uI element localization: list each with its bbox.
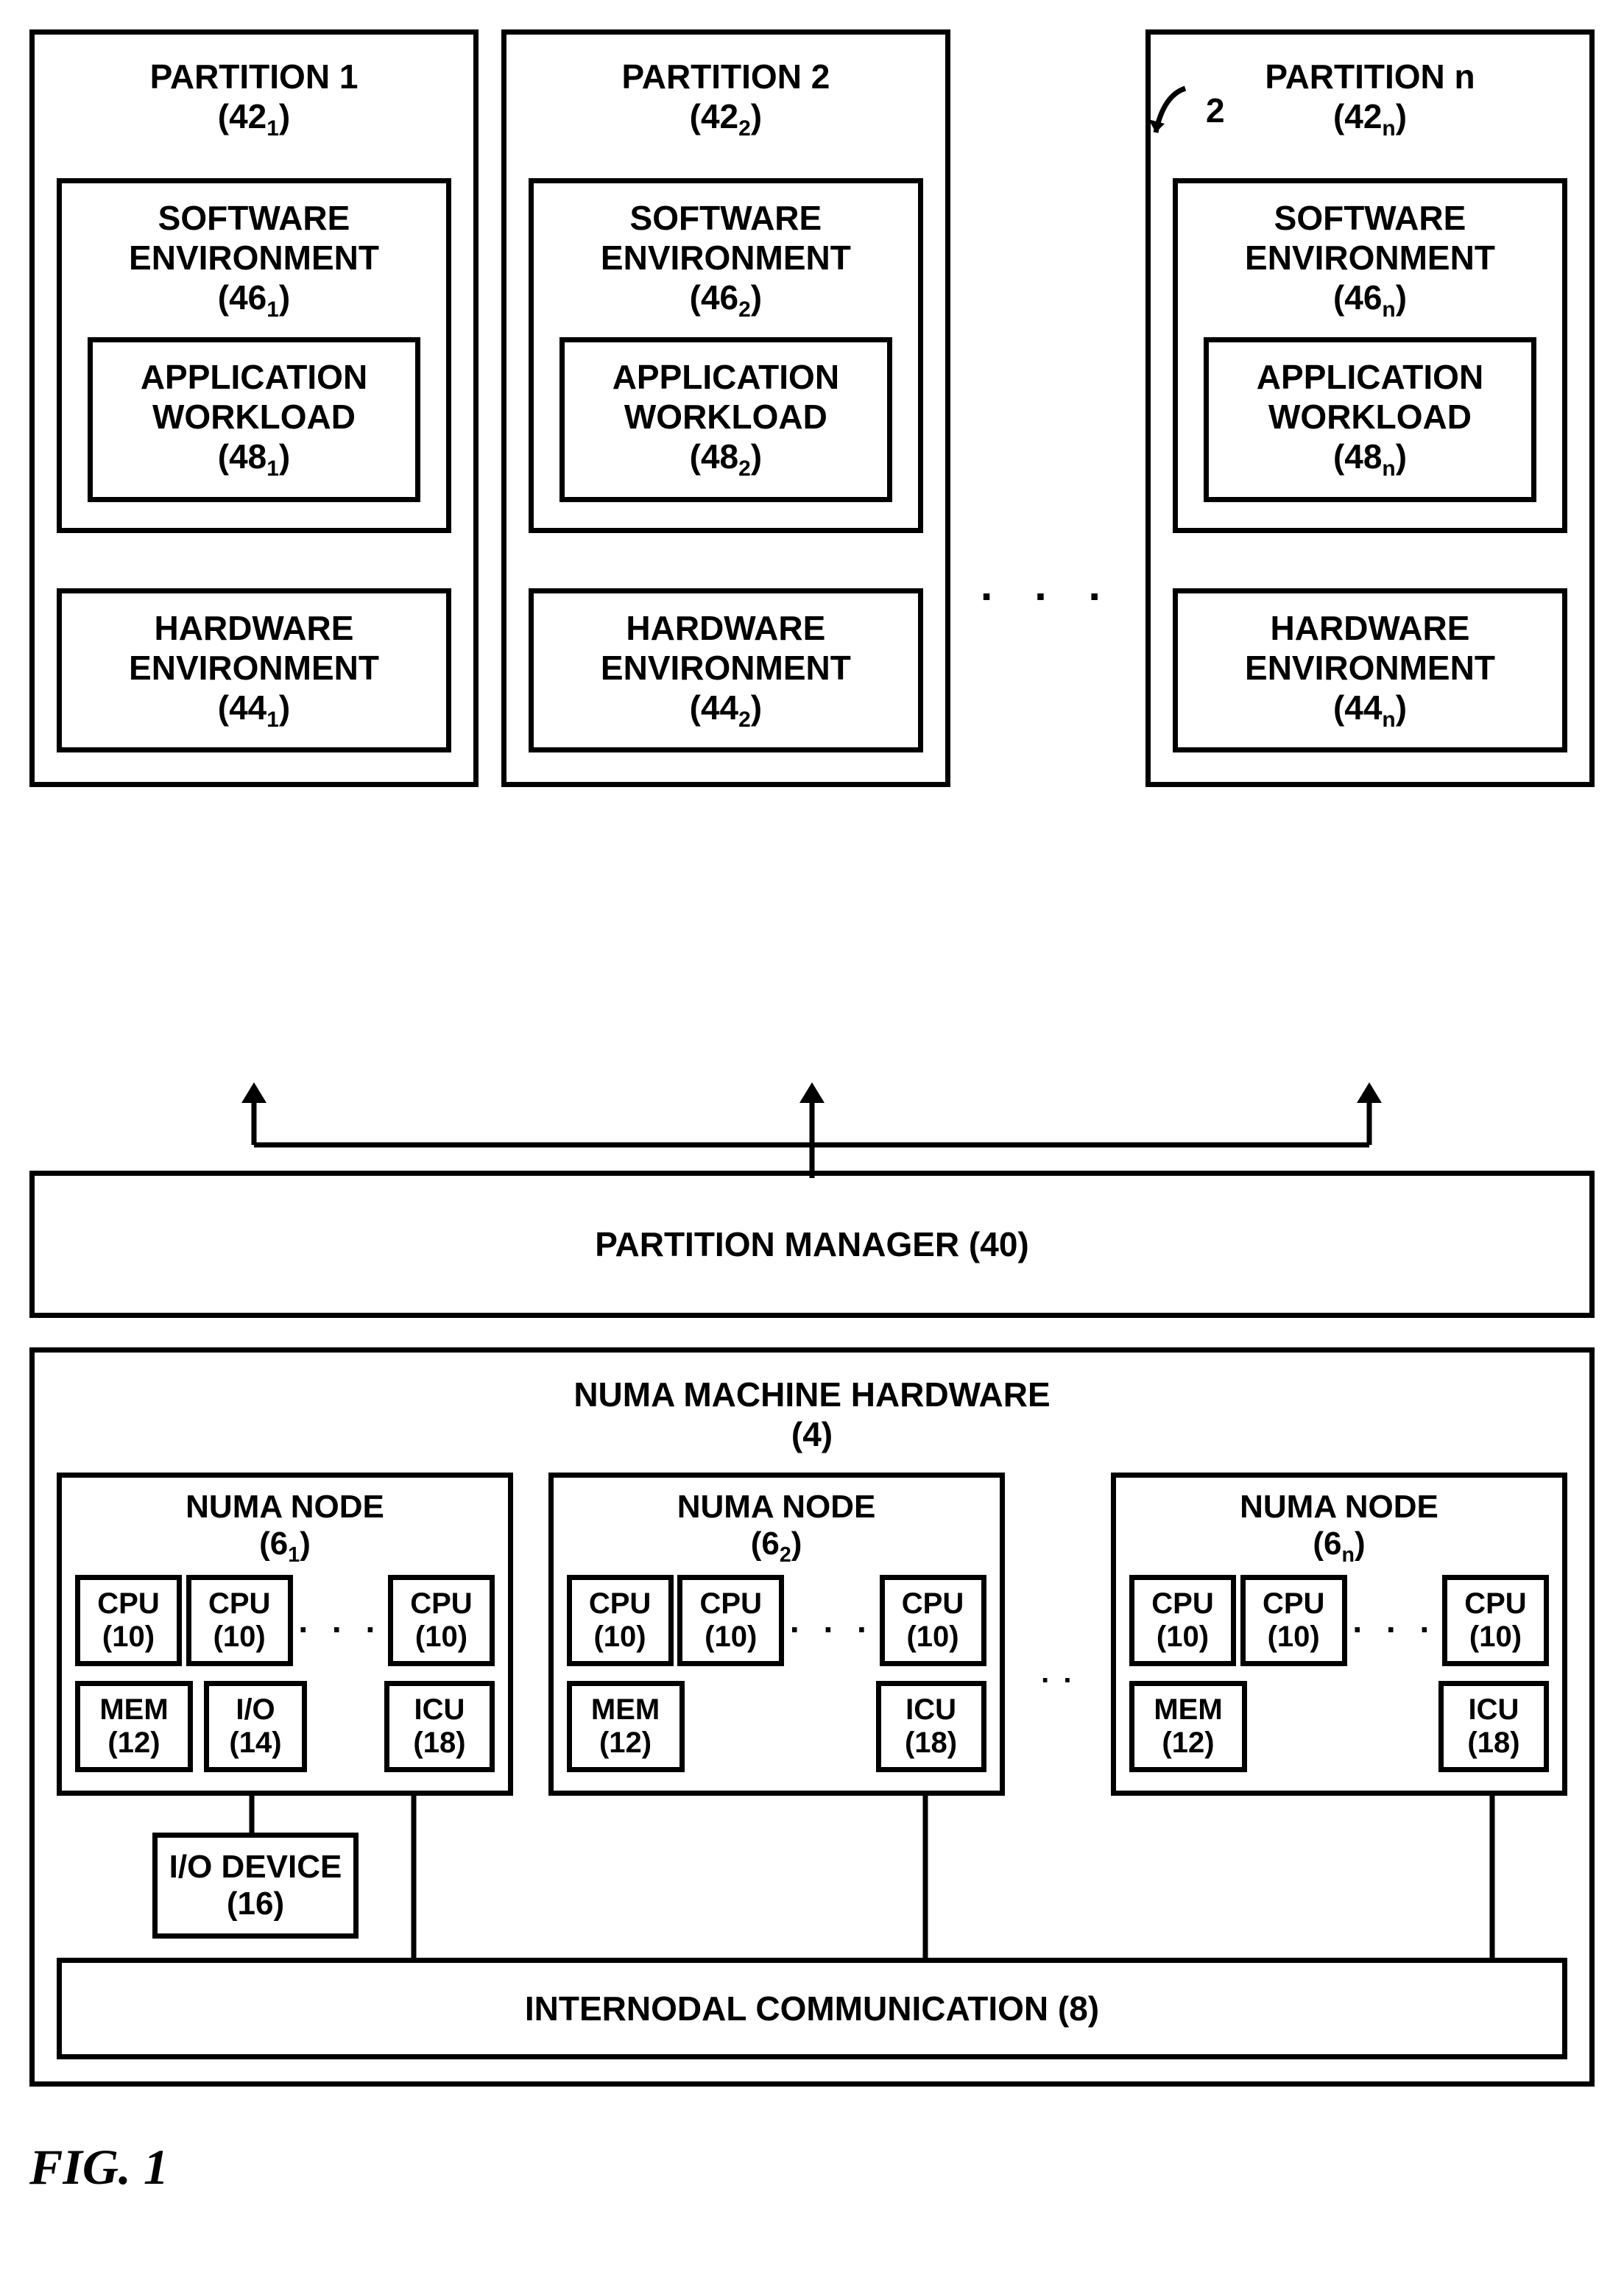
partition-title: PARTITION n (42n) (1173, 57, 1567, 141)
numa-node-2: NUMA NODE (62) CPU(10) CPU(10) . . . CPU… (548, 1473, 1005, 1796)
io-device-row: I/O DEVICE (16) (57, 1796, 1567, 1958)
cpu-box: CPU(10) (1442, 1575, 1549, 1666)
cpu-row: CPU(10) CPU(10) . . . CPU(10) (75, 1575, 495, 1666)
io-box: I/O(14) (204, 1681, 307, 1772)
cpu-box: CPU(10) (388, 1575, 495, 1666)
figure-caption: FIG. 1 (29, 2138, 1595, 2196)
partition-title: PARTITION 2 (422) (529, 57, 923, 141)
cpu-row: CPU(10) CPU(10) . . . CPU(10) (1129, 1575, 1549, 1666)
software-environment-box: SOFTWARE ENVIRONMENT (46n) APPLICATION W… (1173, 178, 1567, 532)
mem-row: MEM(12) ICU(18) (1129, 1681, 1549, 1772)
io-device-box: I/O DEVICE (16) (152, 1833, 359, 1939)
software-environment-box: SOFTWARE ENVIRONMENT (462) APPLICATION W… (529, 178, 923, 532)
numa-node-n: NUMA NODE (6n) CPU(10) CPU(10) . . . CPU… (1111, 1473, 1567, 1796)
cpu-box: CPU(10) (1240, 1575, 1347, 1666)
icu-box: ICU(18) (876, 1681, 986, 1772)
cpu-box: CPU(10) (567, 1575, 674, 1666)
partition-title: PARTITION 1 (421) (57, 57, 451, 141)
mem-row: MEM(12) ICU(18) (567, 1681, 986, 1772)
internodal-communication-box: INTERNODAL COMMUNICATION (8) (57, 1958, 1567, 2059)
application-workload-box: APPLICATION WORKLOAD (48n) (1204, 337, 1536, 501)
software-environment-box: SOFTWARE ENVIRONMENT (461) APPLICATION W… (57, 178, 451, 532)
pm-arrows-svg (29, 1082, 1595, 1178)
upper-section: 2 PARTITION 1 (421) SOFTWARE ENVIRONMENT… (29, 29, 1595, 1303)
partition-n: PARTITION n (42n) SOFTWARE ENVIRONMENT (… (1145, 29, 1595, 787)
numa-node-title: NUMA NODE (6n) (1129, 1489, 1549, 1568)
numa-hardware-container: NUMA MACHINE HARDWARE (4) NUMA NODE (61)… (29, 1347, 1595, 2087)
numa-node-1: NUMA NODE (61) CPU(10) CPU(10) . . . CPU… (57, 1473, 513, 1796)
hardware-environment-box: HARDWARE ENVIRONMENT (441) (57, 588, 451, 752)
numa-nodes-row: NUMA NODE (61) CPU(10) CPU(10) . . . CPU… (57, 1473, 1567, 1796)
numa-node-title: NUMA NODE (61) (75, 1489, 495, 1568)
cpu-box: CPU(10) (1129, 1575, 1236, 1666)
numa-node-title: NUMA NODE (62) (567, 1489, 986, 1568)
cpu-ellipsis: . . . (788, 1601, 875, 1640)
node-ellipsis: . . (1039, 1657, 1076, 1690)
partition-1: PARTITION 1 (421) SOFTWARE ENVIRONMENT (… (29, 29, 479, 787)
partition-2: PARTITION 2 (422) SOFTWARE ENVIRONMENT (… (501, 29, 950, 787)
cpu-box: CPU(10) (75, 1575, 182, 1666)
mem-box: MEM(12) (1129, 1681, 1247, 1772)
mem-row: MEM(12) I/O(14) ICU(18) (75, 1681, 495, 1772)
cpu-row: CPU(10) CPU(10) . . . CPU(10) (567, 1575, 986, 1666)
application-workload-box: APPLICATION WORKLOAD (482) (559, 337, 892, 501)
cpu-box: CPU(10) (186, 1575, 293, 1666)
cpu-ellipsis: . . . (1351, 1601, 1438, 1640)
cpu-box: CPU(10) (677, 1575, 784, 1666)
mem-box: MEM(12) (567, 1681, 685, 1772)
hardware-environment-box: HARDWARE ENVIRONMENT (44n) (1173, 588, 1567, 752)
partition-manager-box: PARTITION MANAGER (40) (29, 1171, 1595, 1318)
cpu-box: CPU(10) (880, 1575, 986, 1666)
application-workload-box: APPLICATION WORKLOAD (481) (88, 337, 420, 501)
icu-box: ICU(18) (1438, 1681, 1549, 1772)
hardware-environment-box: HARDWARE ENVIRONMENT (442) (529, 588, 923, 752)
partitions-row: PARTITION 1 (421) SOFTWARE ENVIRONMENT (… (29, 29, 1595, 1082)
cpu-ellipsis: . . . (297, 1601, 384, 1640)
numa-architecture-diagram: 2 PARTITION 1 (421) SOFTWARE ENVIRONMENT… (29, 29, 1595, 2196)
partition-manager-container: PARTITION MANAGER (40) (29, 1171, 1595, 1392)
icu-box: ICU(18) (384, 1681, 495, 1772)
partition-ellipsis: . . . (973, 560, 1123, 610)
mem-box: MEM(12) (75, 1681, 193, 1772)
